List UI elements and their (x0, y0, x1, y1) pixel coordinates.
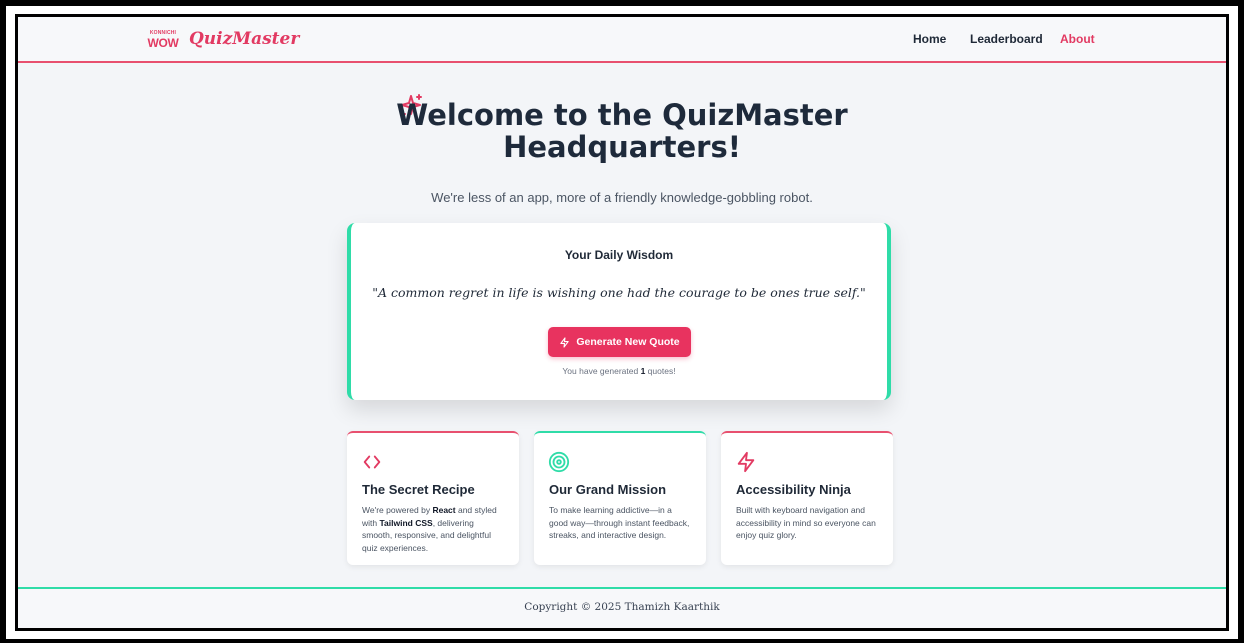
page-footer: Copyright © 2025 Thamizh Kaarthik (18, 587, 1226, 628)
feature-description: To make learning addictive—in a good way… (549, 505, 690, 540)
brand-badge-logo[interactable]: KONNICHI WOW (146, 31, 180, 50)
quote-count-text: You have generated 1 quotes! (351, 366, 887, 376)
feature-description: We're powered by React and styled with T… (362, 504, 504, 554)
zap-icon (737, 451, 755, 473)
page-title-line1: Welcome to the QuizMaster (396, 98, 848, 132)
feature-card-grand-mission: Our Grand Mission To make learning addic… (534, 431, 706, 565)
quote-count-prefix: You have generated (562, 366, 641, 376)
code-icon (363, 455, 381, 469)
daily-wisdom-card: Your Daily Wisdom "A common regret in li… (347, 223, 891, 400)
feature-card-secret-recipe: The Secret Recipe We're powered by React… (347, 431, 519, 565)
feature-desc-bold: React (432, 505, 456, 515)
top-navbar: KONNICHI WOW QuizMaster Home Leaderboard… (18, 17, 1226, 63)
feature-card-accessibility: Accessibility Ninja Built with keyboard … (721, 431, 893, 565)
quote-count-suffix: quotes! (645, 366, 676, 376)
page-title-line2: Headquarters! (503, 130, 741, 164)
nav-leaderboard-link[interactable]: Leaderboard (970, 32, 1043, 46)
copyright-text: Copyright © 2025 Thamizh Kaarthik (524, 601, 720, 613)
feature-desc-bold: Tailwind CSS (379, 517, 433, 528)
daily-wisdom-heading: Your Daily Wisdom (564, 248, 674, 262)
feature-title: Accessibility Ninja (736, 482, 851, 497)
feature-title: The Secret Recipe (362, 482, 475, 497)
quote-text: "A common regret in life is wishing one … (372, 285, 866, 300)
brand-badge-big: WOW (147, 36, 179, 50)
target-icon (548, 451, 570, 473)
nav-home-link[interactable]: Home (913, 32, 946, 46)
frame-inner: KONNICHI WOW QuizMaster Home Leaderboard… (6, 6, 1238, 639)
feature-desc-part: We're powered by (362, 505, 433, 515)
screenshot-frame: KONNICHI WOW QuizMaster Home Leaderboard… (0, 0, 1244, 643)
generate-quote-button[interactable]: Generate New Quote (548, 327, 691, 357)
nav-about-link[interactable]: About (1060, 32, 1095, 46)
app-window: KONNICHI WOW QuizMaster Home Leaderboard… (15, 14, 1229, 631)
brand-name[interactable]: QuizMaster (189, 29, 299, 49)
feature-description: Built with keyboard navigation and acces… (736, 505, 876, 540)
zap-icon (560, 336, 570, 348)
page-title: Welcome to the QuizMaster Headquarters! (18, 99, 1226, 163)
page-subtitle: We're less of an app, more of a friendly… (431, 190, 813, 205)
feature-title: Our Grand Mission (549, 482, 667, 497)
generate-quote-label: Generate New Quote (576, 336, 680, 348)
